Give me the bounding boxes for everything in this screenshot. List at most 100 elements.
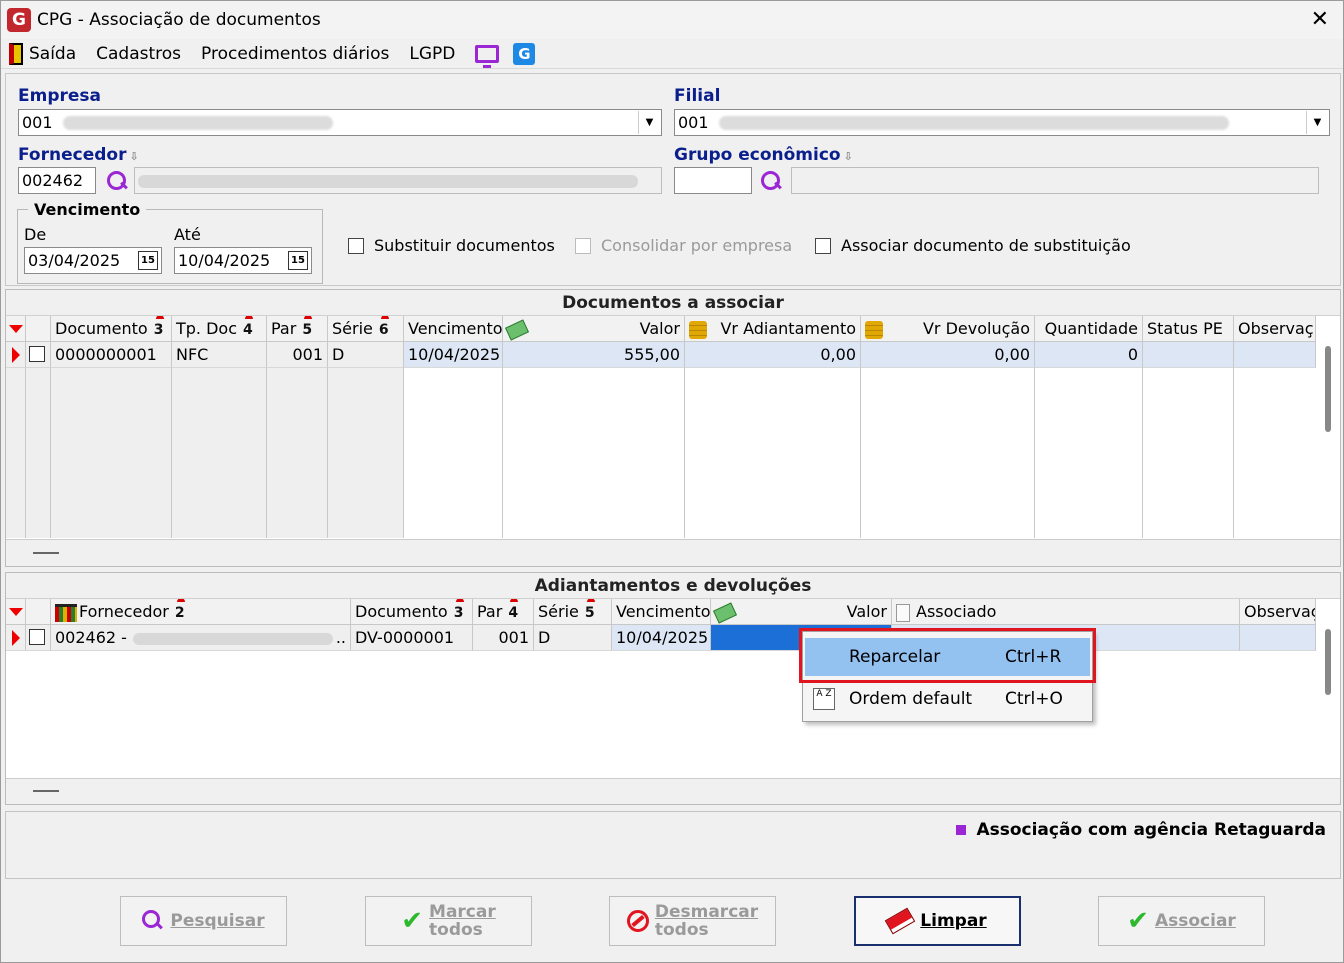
cell-tpdoc: NFC xyxy=(172,342,267,368)
col-vencimento[interactable]: Vencimento xyxy=(404,316,503,342)
exit-door-icon[interactable] xyxy=(9,42,23,65)
grid-footer xyxy=(6,539,1340,566)
supplier-icon xyxy=(55,603,77,622)
col-serie[interactable]: Série 6 xyxy=(328,316,404,342)
search-icon[interactable] xyxy=(105,169,129,193)
associar-button[interactable]: ✔ Associar xyxy=(1098,896,1265,946)
row-checkbox[interactable] xyxy=(29,629,45,645)
vertical-scrollbar[interactable] xyxy=(1325,629,1331,695)
empresa-label: Empresa xyxy=(18,86,101,106)
select-all-header[interactable] xyxy=(26,316,51,342)
col-vr-devolucao[interactable]: Vr Devolução xyxy=(861,316,1035,342)
grid-options-icon[interactable] xyxy=(9,608,23,616)
col-vr-adiantamento[interactable]: Vr Adiantamento xyxy=(685,316,861,342)
calendar-icon[interactable]: 15 xyxy=(138,251,158,270)
status-area: Associação com agência Retaguarda xyxy=(5,811,1341,879)
fornecedor-name-field xyxy=(134,167,662,194)
col-observacao[interactable]: Observaç xyxy=(1234,316,1316,342)
cell-vr-adiantamento: 0,00 xyxy=(685,342,861,368)
main-window: G CPG - Associação de documentos ✕ Saída… xyxy=(0,0,1344,963)
col-serie[interactable]: Série 5 xyxy=(534,599,612,625)
col-divider xyxy=(266,342,267,538)
close-icon[interactable]: ✕ xyxy=(1311,7,1329,32)
cell-serie: D xyxy=(534,625,612,651)
col-tpdoc[interactable]: Tp. Doc 4 xyxy=(172,316,267,342)
coins-icon xyxy=(689,320,707,339)
col-par[interactable]: Par 4 xyxy=(473,599,534,625)
pesquisar-button[interactable]: Pesquisar xyxy=(120,896,287,946)
select-all-header[interactable] xyxy=(26,599,51,625)
grid-menu-header[interactable] xyxy=(6,599,26,625)
col-par[interactable]: Par 5 xyxy=(267,316,328,342)
sort-arrow-icon: ⇩ xyxy=(129,150,139,163)
sort-az-icon: A Z xyxy=(813,688,835,710)
menu-procedimentos[interactable]: Procedimentos diários xyxy=(201,44,389,64)
cell-documento: DV-0000001 xyxy=(351,625,473,651)
filial-code: 001 xyxy=(678,113,709,132)
col-fornecedor[interactable]: Fornecedor 2 xyxy=(51,599,351,625)
cell-valor: 555,00 xyxy=(503,342,685,368)
col-documento[interactable]: Documento 3 xyxy=(51,316,172,342)
col-quantidade[interactable]: Quantidade xyxy=(1035,316,1143,342)
col-divider xyxy=(50,342,51,538)
vertical-scrollbar[interactable] xyxy=(1325,346,1331,432)
col-status-pe[interactable]: Status PE xyxy=(1143,316,1234,342)
col-observacao[interactable]: Observaç xyxy=(1240,599,1316,625)
grupo-name-field xyxy=(791,167,1319,194)
menu-lgpd[interactable]: LGPD xyxy=(409,44,455,64)
calendar-icon[interactable]: 15 xyxy=(288,251,308,270)
col-valor[interactable]: Valor xyxy=(503,316,685,342)
substituir-checkbox[interactable]: Substituir documentos xyxy=(348,236,555,255)
marcar-todos-button[interactable]: ✔ Marcar todos xyxy=(365,896,532,946)
menu-saida[interactable]: Saída xyxy=(29,44,76,64)
current-row-icon xyxy=(12,347,20,363)
current-row-icon xyxy=(12,630,20,646)
chevron-down-icon[interactable]: ▼ xyxy=(638,111,660,134)
money-icon xyxy=(712,601,738,624)
cell-observacao xyxy=(1234,342,1316,368)
menu-item-ordem-default[interactable]: A Z Ordem default Ctrl+O xyxy=(805,680,1090,718)
g-app-icon[interactable]: G xyxy=(513,42,536,65)
associar-substituicao-checkbox[interactable]: Associar documento de substituição xyxy=(815,236,1131,255)
col-divider xyxy=(1142,342,1143,538)
col-valor[interactable]: Valor xyxy=(711,599,892,625)
de-date-input[interactable]: 03/04/2025 15 xyxy=(24,247,162,274)
grupo-label: Grupo econômico ⇩ xyxy=(674,145,853,165)
menu-bar: Saída Cadastros Procedimentos diários LG… xyxy=(1,39,1343,69)
col-divider xyxy=(1034,342,1035,538)
monitor-icon[interactable] xyxy=(475,44,500,68)
grid-options-icon[interactable] xyxy=(9,325,23,333)
row-checkbox[interactable] xyxy=(29,346,45,362)
chevron-down-icon[interactable]: ▼ xyxy=(1306,111,1328,134)
col-documento[interactable]: Documento 3 xyxy=(351,599,473,625)
eraser-icon xyxy=(885,907,916,935)
fornecedor-code-input[interactable]: 002462 xyxy=(18,167,96,194)
highlight-callout xyxy=(799,628,1096,683)
frozen-columns-fill xyxy=(51,368,404,538)
grupo-code-input[interactable] xyxy=(674,167,752,194)
cell-vencimento: 10/04/2025 xyxy=(404,342,503,368)
footer-dash xyxy=(33,790,59,792)
ate-date-input[interactable]: 10/04/2025 15 xyxy=(174,247,312,274)
consolidar-checkbox: Consolidar por empresa xyxy=(575,236,792,255)
filial-select[interactable]: 001 ▼ xyxy=(674,109,1330,136)
cell-serie: D xyxy=(328,342,404,368)
app-logo-icon: G xyxy=(7,8,31,32)
ate-label: Até xyxy=(174,225,201,244)
search-icon[interactable] xyxy=(759,169,783,193)
col-vencimento[interactable]: Vencimento xyxy=(612,599,711,625)
row-indicator-fill xyxy=(6,368,26,538)
cell-vencimento: 10/04/2025 xyxy=(612,625,711,651)
col-associado[interactable]: Associado xyxy=(892,599,1240,625)
title-bar: G CPG - Associação de documentos ✕ xyxy=(1,1,1343,39)
empresa-select[interactable]: 001 ▼ xyxy=(18,109,662,136)
menu-cadastros[interactable]: Cadastros xyxy=(96,44,181,64)
cell-status-pe xyxy=(1143,342,1234,368)
desmarcar-todos-button[interactable]: Desmarcar todos xyxy=(609,896,776,946)
vencimento-label: Vencimento xyxy=(28,200,147,219)
window-title: CPG - Associação de documentos xyxy=(37,10,321,30)
vencimento-group: Vencimento De 03/04/2025 15 Até 10/04/202… xyxy=(17,200,323,284)
grid-menu-header[interactable] xyxy=(6,316,26,342)
limpar-button[interactable]: Limpar xyxy=(854,896,1021,946)
adiantamentos-title: Adiantamentos e devoluções xyxy=(6,573,1340,599)
